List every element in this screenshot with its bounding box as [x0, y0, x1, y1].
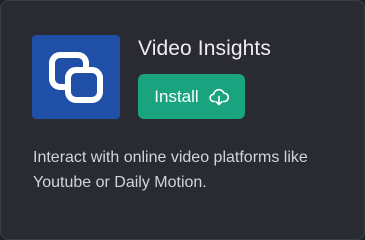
install-button[interactable]: Install [138, 74, 245, 119]
cloud-download-icon [209, 88, 229, 106]
plugin-title: Video Insights [138, 37, 271, 60]
plugin-description: Interact with online video platforms lik… [33, 149, 308, 191]
overlapping-squares-logo-icon [49, 52, 103, 103]
plugin-card[interactable]: Video Insights Install Interact with onl… [0, 0, 365, 240]
video-insights-logo [32, 35, 120, 119]
install-button-label: Install [154, 86, 199, 106]
